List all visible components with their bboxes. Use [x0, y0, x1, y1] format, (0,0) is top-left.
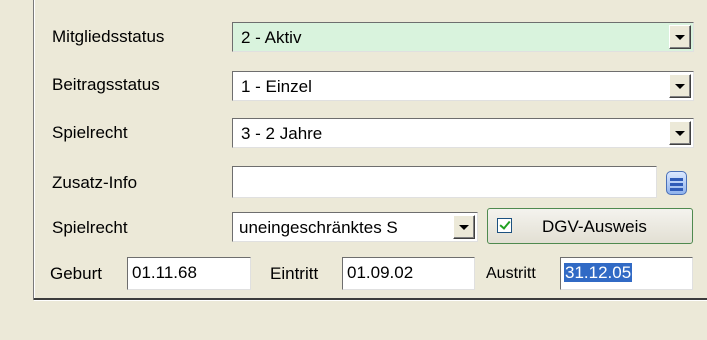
eintritt-input[interactable]: 01.09.02 [342, 257, 475, 290]
panel-bottom-separator [34, 298, 707, 300]
chevron-down-icon [459, 225, 469, 230]
austritt-label: Austritt [486, 265, 536, 282]
spielrecht-dropdown-button[interactable] [669, 121, 691, 145]
mitgliedsstatus-value: 2 - Aktiv [241, 28, 302, 47]
austritt-input[interactable]: 31.12.05 [560, 257, 693, 290]
mitgliedsstatus-label: Mitgliedsstatus [52, 27, 165, 46]
mitgliedsstatus-select[interactable]: 2 - Aktiv [232, 22, 694, 52]
beitragsstatus-select[interactable]: 1 - Einzel [232, 71, 694, 101]
mitgliedsstatus-dropdown-button[interactable] [669, 25, 691, 49]
zusatz-info-lookup-button[interactable] [666, 171, 687, 195]
dgv-ausweis-toggle[interactable]: DGV-Ausweis [487, 208, 693, 244]
beitragsstatus-label: Beitragsstatus [52, 75, 160, 94]
spielrecht-value: 3 - 2 Jahre [241, 124, 323, 143]
dgv-ausweis-label: DGV-Ausweis [542, 217, 647, 236]
austritt-selected-text: 31.12.05 [564, 263, 633, 282]
geburt-input[interactable]: 01.11.68 [127, 257, 251, 290]
checkmark-icon [499, 218, 511, 230]
beitragsstatus-value: 1 - Einzel [241, 77, 312, 96]
beitragsstatus-dropdown-button[interactable] [669, 74, 691, 98]
dgv-ausweis-checkbox[interactable] [497, 218, 512, 233]
zusatz-info-label: Zusatz-Info [52, 173, 138, 192]
spielrecht-2-select[interactable]: uneingeschränktes S [232, 212, 478, 242]
spielrecht-label: Spielrecht [52, 123, 128, 142]
chevron-down-icon [675, 35, 685, 40]
spielrecht-2-value: uneingeschränktes S [239, 218, 398, 237]
geburt-label: Geburt [50, 264, 102, 283]
spielrecht-2-dropdown-button[interactable] [453, 215, 475, 239]
zusatz-info-input[interactable] [232, 166, 657, 198]
spielrecht-select[interactable]: 3 - 2 Jahre [232, 118, 694, 148]
spielrecht-2-label: Spielrecht [52, 218, 128, 237]
chevron-down-icon [675, 131, 685, 136]
eintritt-label: Eintritt [270, 264, 319, 283]
chevron-down-icon [675, 84, 685, 89]
